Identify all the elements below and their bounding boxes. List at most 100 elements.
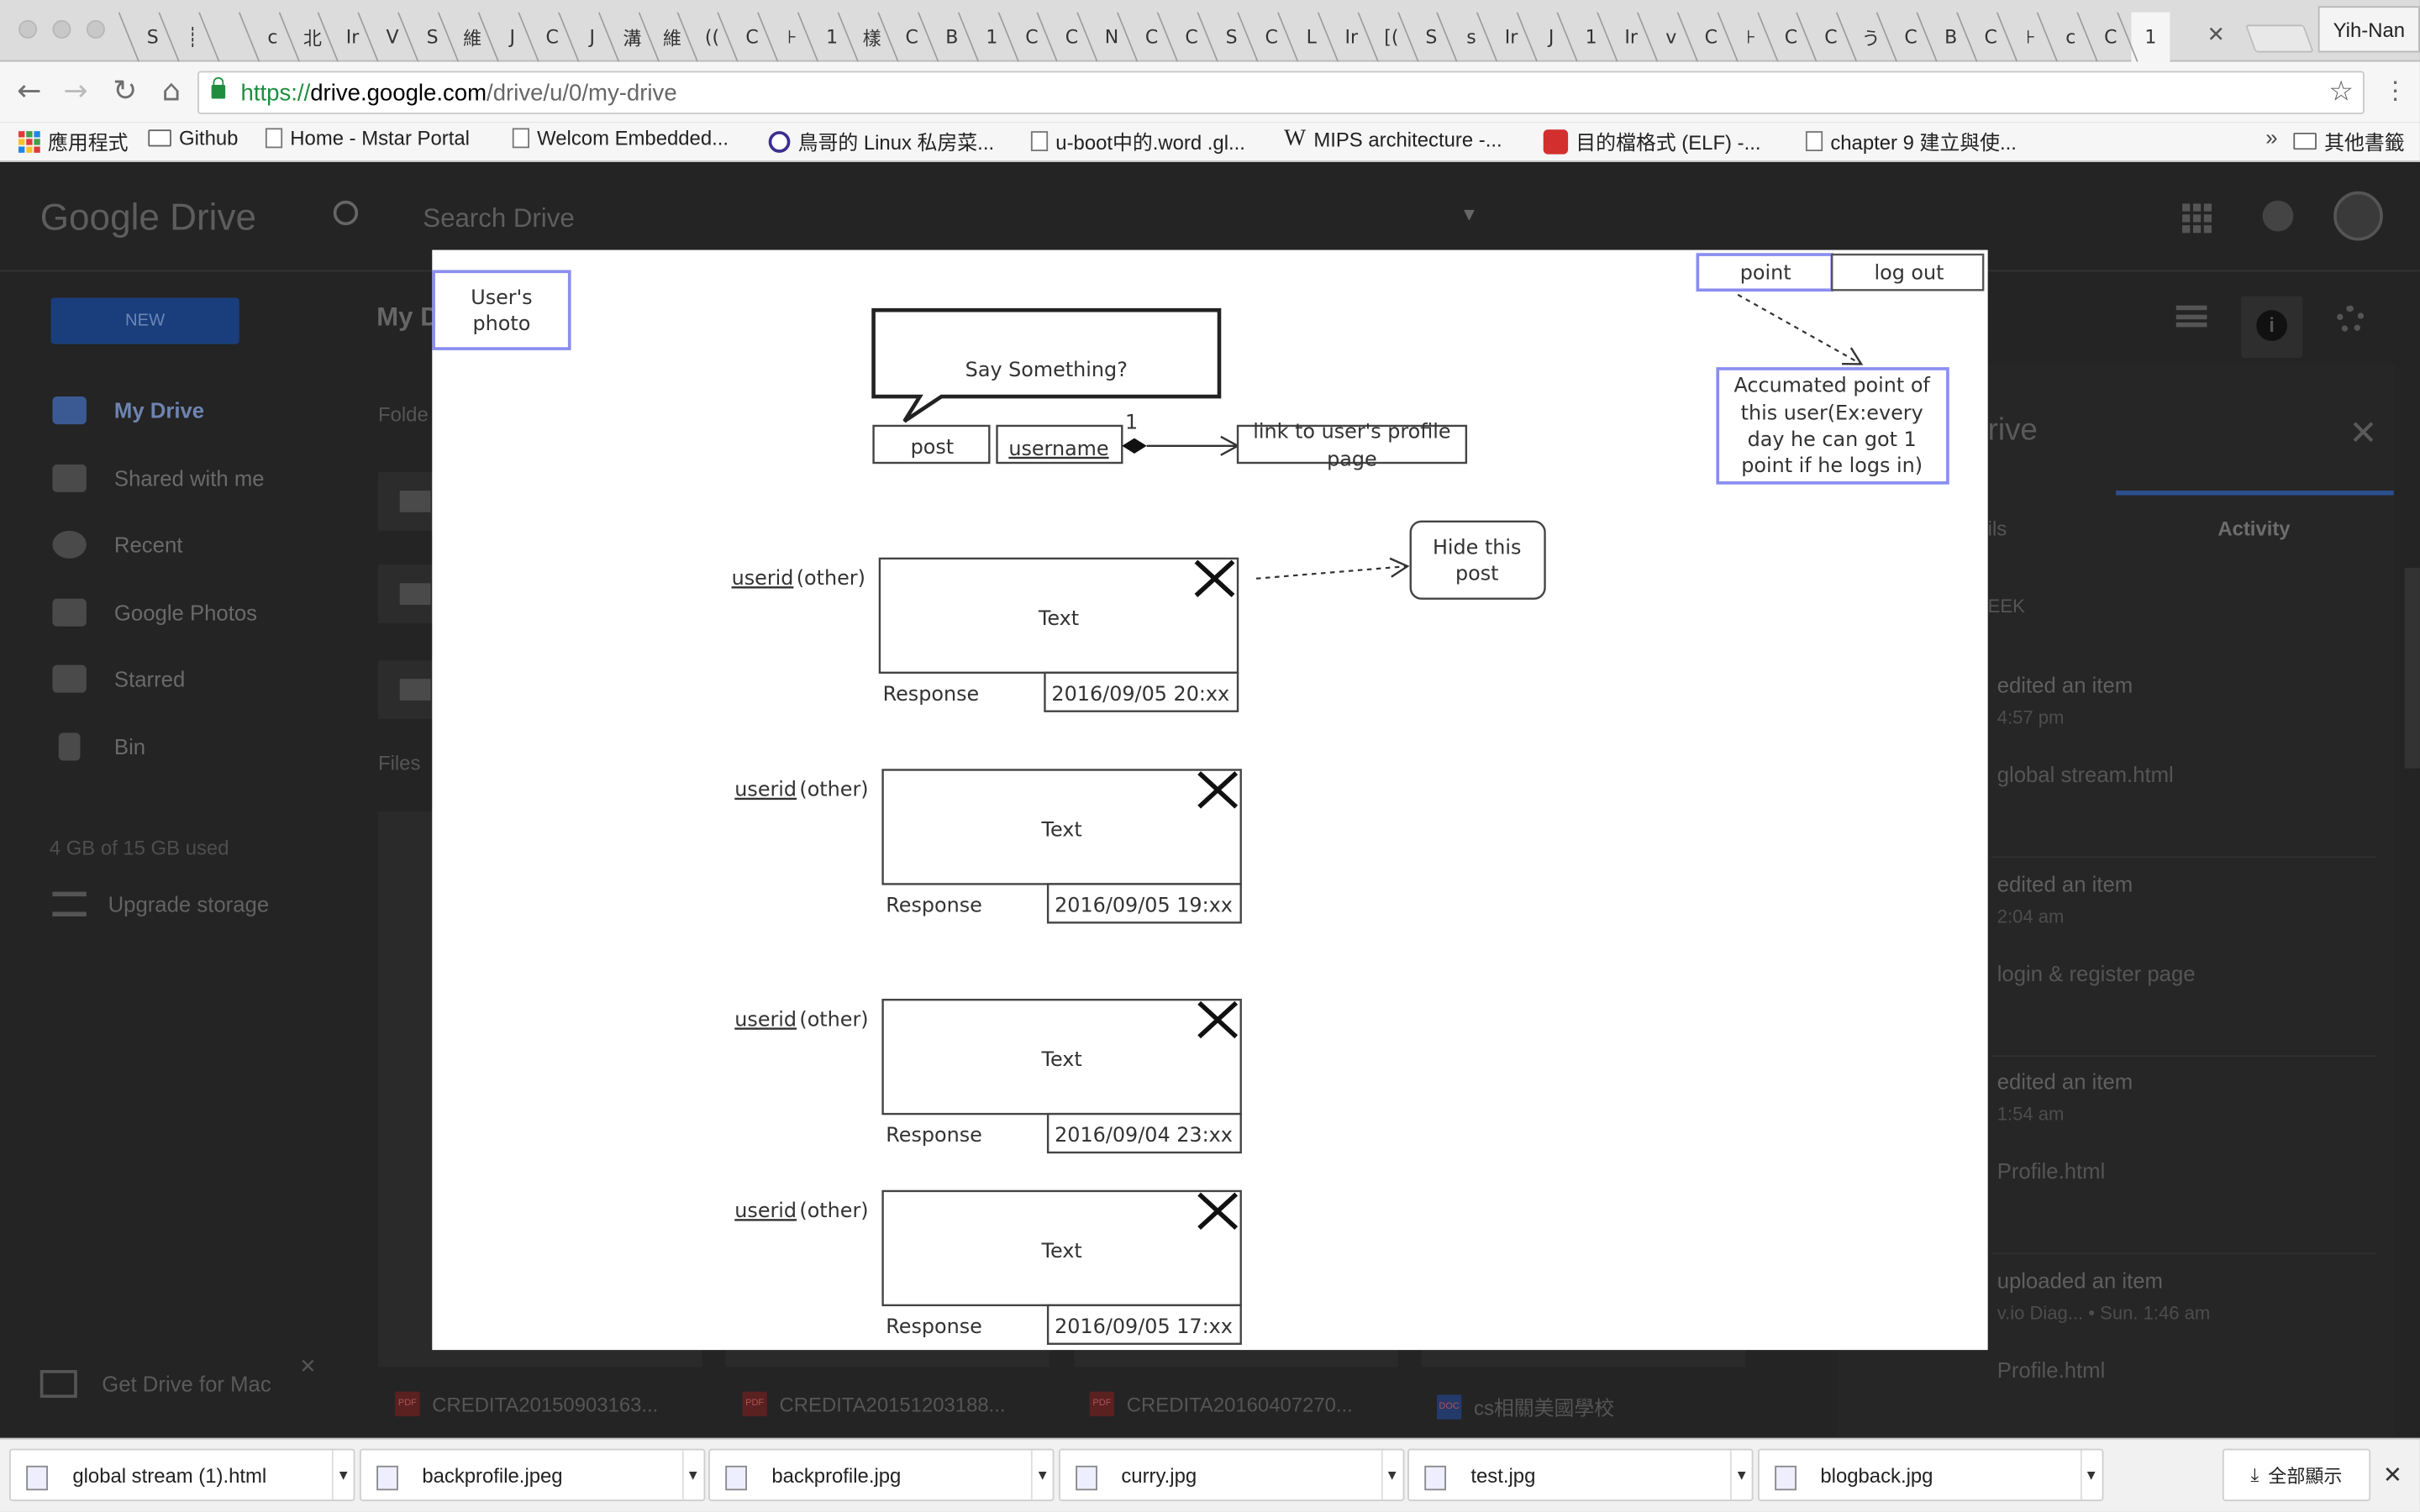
browser-tab[interactable]: S [413, 13, 453, 62]
notifications-icon[interactable] [2262, 200, 2294, 232]
avatar[interactable] [2333, 191, 2383, 241]
download-item[interactable]: blogback.jpg ▼ [1757, 1448, 2103, 1502]
download-menu-icon[interactable]: ▼ [331, 1450, 354, 1500]
bookmark-welcom-embedded[interactable]: Welcom Embedded... [512, 127, 729, 150]
activity-item[interactable]: edited an item 2:04 am login & register pa… [1991, 872, 2377, 1058]
file-name[interactable]: DOC cs相關美國學校 [1436, 1392, 1614, 1421]
browser-tab[interactable]: s [1451, 13, 1491, 62]
drive-logo[interactable]: Google Drive [40, 197, 256, 240]
download-item[interactable]: test.jpg ▼ [1407, 1448, 1754, 1502]
browser-tab[interactable]: 1 [812, 13, 852, 62]
close-panel-icon[interactable]: ✕ [2349, 413, 2377, 454]
browser-tab[interactable]: C [1171, 13, 1212, 62]
search-options-icon[interactable]: ▼ [1460, 203, 1479, 225]
activity-item[interactable]: uploaded an item v.io Diag... • Sun. 1:46… [1991, 1268, 2377, 1454]
file-name[interactable]: PDF CREDITA20151203188... [742, 1391, 1006, 1417]
sidebar-item-bin[interactable]: Bin [0, 716, 355, 777]
browser-tab[interactable]: Ir [1611, 13, 1651, 62]
browser-tab[interactable]: 溝 [613, 13, 653, 62]
download-item[interactable]: global stream (1).html ▼ [9, 1448, 355, 1502]
browser-tab[interactable]: Ν [1092, 13, 1132, 62]
profile-button[interactable]: Yih-Nan [2317, 6, 2420, 53]
search-input[interactable]: Search Drive [423, 203, 574, 234]
browser-tab[interactable]: Ir [1491, 13, 1532, 62]
scrollbar[interactable] [2404, 567, 2420, 769]
browser-tab[interactable]: L [1292, 13, 1332, 62]
bookmark-github[interactable]: Github [148, 127, 238, 150]
download-menu-icon[interactable]: ▼ [1030, 1450, 1053, 1500]
search-icon[interactable] [333, 200, 359, 226]
sidebar-item-shared[interactable]: Shared with me [0, 448, 355, 509]
browser-tab[interactable]: ⊦ [772, 13, 813, 62]
bookmark-apps[interactable]: 應用程式 [18, 127, 128, 156]
browser-tab[interactable]: c [253, 13, 293, 62]
browser-tab[interactable]: C [1891, 13, 1931, 62]
browser-tab[interactable]: B [932, 13, 972, 62]
info-icon[interactable] [2240, 296, 2303, 359]
bookmark-elf[interactable]: 目的檔格式 (ELF) -... [1543, 127, 1760, 156]
bookmark-star-icon[interactable]: ☆ [2328, 76, 2354, 108]
browser-tab[interactable]: V [372, 13, 413, 62]
browser-tab[interactable]: J [1531, 13, 1571, 62]
page-title[interactable]: My D [376, 302, 439, 333]
browser-tab[interactable]: C [1811, 13, 1851, 62]
file-name[interactable]: PDF CREDITA20160407270... [1089, 1391, 1353, 1417]
download-menu-icon[interactable]: ▼ [1380, 1450, 1402, 1500]
tab-activity[interactable]: Activity [2217, 517, 2290, 540]
gear-icon[interactable] [2336, 305, 2365, 333]
browser-tab[interactable]: v [1651, 13, 1691, 62]
bookmark-linux-blog[interactable]: 鳥哥的 Linux 私房菜... [768, 127, 994, 156]
apps-grid-icon[interactable] [2182, 203, 2212, 234]
browser-tab[interactable]: C [1132, 13, 1172, 62]
download-item[interactable]: backprofile.jpeg ▼ [359, 1448, 705, 1502]
other-bookmarks[interactable]: 其他書籤 [2293, 127, 2405, 156]
browser-tab[interactable]: ⊦ [2011, 13, 2051, 62]
browser-tab[interactable]: う [1851, 13, 1891, 62]
browser-tab[interactable]: J [492, 13, 533, 62]
browser-tab[interactable]: C [892, 13, 932, 62]
browser-tab[interactable] [213, 13, 253, 62]
file-name[interactable]: PDF CREDITA20150903163... [395, 1391, 658, 1417]
image-preview[interactable]: User's photo point log out Accumated poi… [432, 249, 1988, 1351]
browser-tab[interactable]: C [732, 13, 772, 62]
new-button[interactable]: NEW [50, 297, 239, 344]
browser-tab[interactable]: 1 [1571, 13, 1612, 62]
list-view-icon[interactable] [2175, 305, 2207, 328]
browser-tab[interactable]: C [532, 13, 572, 62]
browser-tab[interactable]: C [1970, 13, 2011, 62]
address-bar[interactable]: https://drive.google.com/drive/u/0/my-dr… [197, 71, 2365, 114]
browser-menu-icon[interactable]: ⋮ [2383, 76, 2407, 107]
browser-tab[interactable]: ┊ [173, 13, 213, 62]
browser-tab[interactable]: J [572, 13, 613, 62]
bookmark-mips[interactable]: W MIPS architecture -... [1284, 127, 1502, 153]
new-tab-button[interactable] [2244, 24, 2314, 53]
download-menu-icon[interactable]: ▼ [681, 1450, 703, 1500]
browser-tab[interactable]: ⊦ [1731, 13, 1771, 62]
close-downloads-icon[interactable]: ✕ [2383, 1461, 2402, 1488]
download-menu-icon[interactable]: ▼ [1729, 1450, 1752, 1500]
browser-tab[interactable]: 維 [452, 13, 492, 62]
browser-tab[interactable]: C [2091, 13, 2131, 62]
home-icon[interactable]: ⌂ [155, 76, 188, 107]
browser-tab[interactable]: S [1212, 13, 1252, 62]
browser-tab[interactable]: C [1251, 13, 1292, 62]
sidebar-item-my-drive[interactable]: My Drive [0, 380, 355, 441]
folder-item[interactable] [377, 660, 440, 719]
bookmark-mstar-portal[interactable]: Home - Mstar Portal [265, 127, 470, 150]
close-icon[interactable]: ✕ [299, 1355, 316, 1379]
download-item[interactable]: curry.jpg ▼ [1058, 1448, 1404, 1502]
show-all-downloads-button[interactable]: ⤓ 全部顯示 [2222, 1448, 2371, 1502]
close-window-button[interactable] [18, 19, 38, 39]
browser-tab[interactable]: 樣 [852, 13, 892, 62]
browser-tab[interactable]: 1 [972, 13, 1013, 62]
browser-tab[interactable]: B [1931, 13, 1971, 62]
browser-tab[interactable]: S [133, 13, 173, 62]
folder-item[interactable] [377, 564, 440, 624]
activity-item[interactable]: edited an item 4:57 pm global stream.html [1991, 673, 2377, 858]
close-tab-icon[interactable]: ✕ [2207, 22, 2225, 48]
download-item[interactable]: backprofile.jpg ▼ [708, 1448, 1055, 1502]
folder-item[interactable] [377, 472, 440, 531]
reload-icon[interactable]: ↻ [108, 76, 142, 107]
sidebar-item-starred[interactable]: Starred [0, 648, 355, 709]
browser-tab[interactable]: [( [1371, 13, 1412, 62]
